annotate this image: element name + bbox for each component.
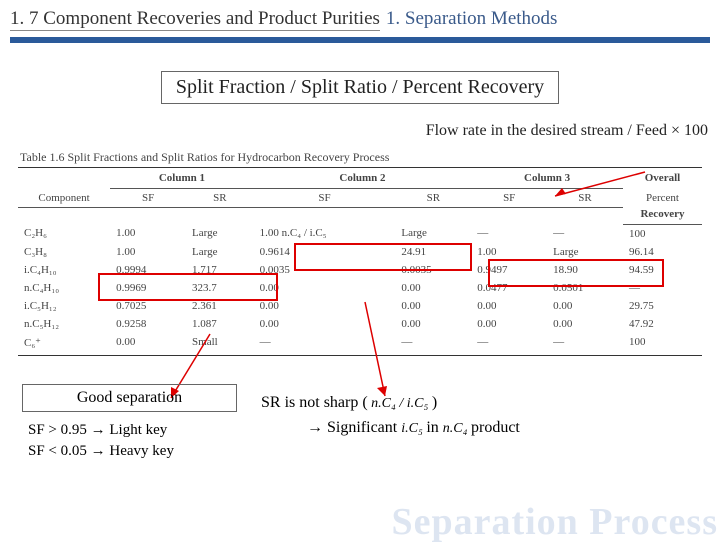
col-sr3: SR	[547, 189, 623, 208]
cell: 0.00	[547, 315, 623, 333]
col-component: Component	[18, 189, 110, 208]
cell: 100	[623, 224, 702, 243]
col-sf1: SF	[110, 189, 186, 208]
cell: 0.00	[395, 297, 471, 315]
section-title: 1. 7 Component Recoveries and Product Pu…	[10, 8, 380, 31]
cell: Small	[186, 333, 254, 356]
table-row: n.C₅H₁₂0.92581.0870.000.000.000.0047.92	[18, 315, 702, 333]
cell: 1.00 n.C₄ / i.C₅	[254, 224, 396, 243]
col-sf3: SF	[471, 189, 547, 208]
sr-chem2: i.C₅	[401, 421, 426, 436]
cell: 1.087	[186, 315, 254, 333]
watermark: Separation Process	[391, 500, 718, 544]
highlight-box-2	[294, 243, 472, 271]
col-group-2: Column 2	[254, 168, 472, 189]
cell: 1.00	[110, 224, 186, 243]
header-rule	[10, 37, 710, 43]
cell: 1.00	[471, 243, 547, 261]
cell: 0.00	[395, 315, 471, 333]
cell: 0.00	[254, 315, 396, 333]
col-sr1: SR	[186, 189, 254, 208]
overall-hdr-b: Percent	[623, 189, 702, 208]
overall-hdr-c: Recovery	[623, 208, 702, 225]
cell: 29.75	[623, 297, 702, 315]
table-caption: Table 1.6 Split Fractions and Split Rati…	[20, 150, 720, 165]
sr-line2b: in	[426, 419, 442, 436]
cell: —	[471, 224, 547, 243]
cell: 47.92	[623, 315, 702, 333]
cell: 96.14	[623, 243, 702, 261]
cell: Large	[547, 243, 623, 261]
cell: C₂H₆	[18, 224, 110, 243]
cell: Large	[186, 243, 254, 261]
sr-line2c: product	[471, 419, 520, 436]
cell: n.C₄H₁₀	[18, 279, 110, 297]
sr-line2a: → Significant	[307, 419, 401, 436]
cell: —	[547, 224, 623, 243]
good-separation-box: Good separation SF > 0.95 → Light key SF…	[22, 384, 237, 462]
cell: 0.9258	[110, 315, 186, 333]
overall-hdr-a: Overall	[623, 168, 702, 189]
cell: 0.00	[471, 297, 547, 315]
cell: i.C₄H₁₀	[18, 261, 110, 279]
cell: C₆⁺	[18, 333, 110, 356]
cell: 0.00	[395, 279, 471, 297]
cell: Large	[395, 224, 471, 243]
cell: i.C₅H₁₂	[18, 297, 110, 315]
highlight-box-3	[488, 259, 664, 287]
table-row: C₆⁺0.00Small————100	[18, 333, 702, 356]
highlight-box-1	[98, 273, 278, 301]
subtitle-box: Split Fraction / Split Ratio / Percent R…	[161, 71, 559, 104]
sr-chem3: n.C₄	[443, 421, 471, 436]
cell: 0.00	[471, 315, 547, 333]
cell: —	[254, 333, 396, 356]
cell: —	[547, 333, 623, 356]
cell: 1.00	[110, 243, 186, 261]
cell: 100	[623, 333, 702, 356]
sr-line1b: )	[432, 394, 437, 411]
col-sf2: SF	[254, 189, 396, 208]
cell: —	[471, 333, 547, 356]
col-group-3: Column 3	[471, 168, 623, 189]
col-sr2: SR	[395, 189, 471, 208]
cell: C₃H₈	[18, 243, 110, 261]
good-line-1: SF > 0.95 → Light key	[28, 420, 237, 441]
sr-chem1: n.C₄ / i.C₅	[368, 396, 432, 411]
cell: Large	[186, 224, 254, 243]
col-group-1: Column 1	[110, 168, 253, 189]
chapter-title: 1. Separation Methods	[386, 8, 558, 30]
cell: 0.00	[110, 333, 186, 356]
formula-text: Flow rate in the desired stream / Feed ×…	[0, 122, 708, 140]
good-line-2: SF < 0.05 → Heavy key	[28, 441, 237, 462]
cell: —	[395, 333, 471, 356]
cell: 0.00	[547, 297, 623, 315]
table-row: C₂H₆1.00Large1.00 n.C₄ / i.C₅Large——100	[18, 224, 702, 243]
good-separation-title: Good separation	[22, 384, 237, 412]
sr-line1a: SR is not sharp (	[261, 394, 368, 411]
cell: n.C₅H₁₂	[18, 315, 110, 333]
table-wrap: Column 1 Column 2 Column 3 Overall Compo…	[18, 167, 702, 356]
sr-commentary: SR is not sharp ( n.C₄ / i.C₅ ) → Signif…	[261, 390, 520, 441]
